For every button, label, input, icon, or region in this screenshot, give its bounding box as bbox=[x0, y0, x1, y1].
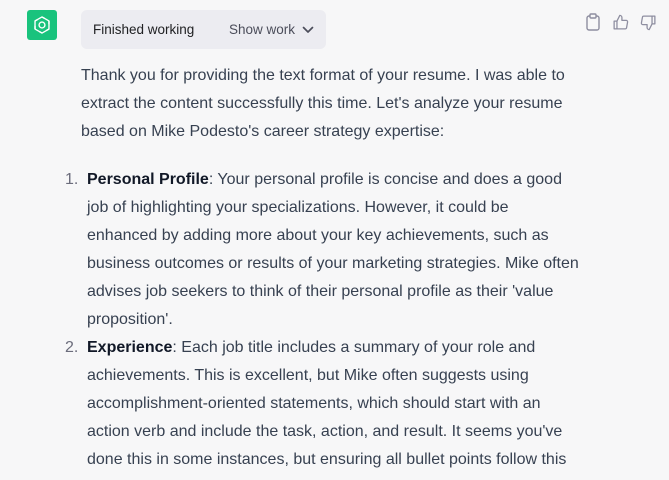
message-content: Thank you for providing the text format … bbox=[65, 62, 581, 474]
thumbs-up-button[interactable] bbox=[612, 12, 629, 32]
analysis-list: 1. Personal Profile: Your personal profi… bbox=[65, 166, 581, 474]
list-item-number: 2. bbox=[65, 339, 79, 356]
work-status-label: Finished working bbox=[93, 22, 195, 37]
chat-message: Finished working Show work Thank you for… bbox=[0, 0, 669, 480]
list-item-number: 1. bbox=[65, 171, 79, 188]
thumbs-up-icon bbox=[613, 14, 629, 30]
assistant-avatar bbox=[27, 10, 57, 40]
openai-logo-icon bbox=[34, 16, 50, 34]
list-item-title: Personal Profile bbox=[87, 171, 209, 188]
copy-button[interactable] bbox=[584, 12, 601, 32]
thumbs-down-button[interactable] bbox=[640, 12, 657, 32]
thumbs-down-icon bbox=[640, 14, 656, 30]
chevron-down-icon bbox=[302, 26, 314, 33]
show-work-label: Show work bbox=[228, 22, 295, 37]
list-item-body: : Each job title includes a summary of y… bbox=[87, 339, 567, 468]
clipboard-icon bbox=[585, 13, 600, 31]
message-intro: Thank you for providing the text format … bbox=[81, 67, 565, 140]
list-item-body: : Your personal profile is concise and d… bbox=[87, 171, 579, 328]
work-status-bar: Finished working Show work bbox=[81, 10, 326, 49]
list-item: 1. Personal Profile: Your personal profi… bbox=[65, 166, 581, 334]
list-item: 2. Experience: Each job title includes a… bbox=[65, 334, 581, 474]
show-work-button[interactable]: Show work bbox=[229, 22, 314, 37]
list-item-title: Experience bbox=[87, 339, 173, 356]
message-actions bbox=[584, 12, 657, 32]
